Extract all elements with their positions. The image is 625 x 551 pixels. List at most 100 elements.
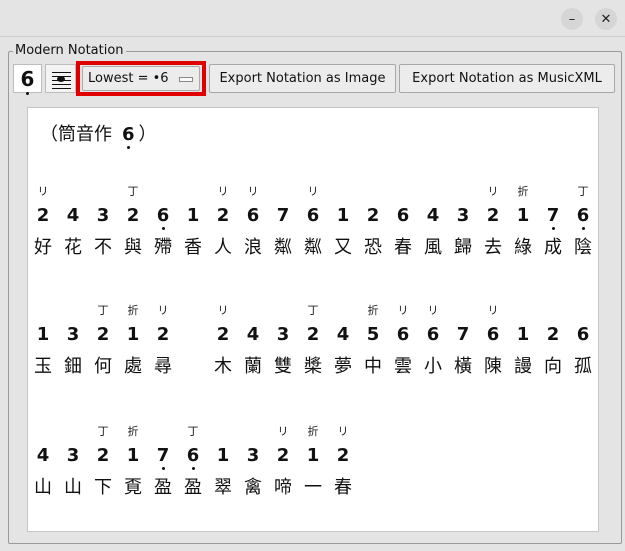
lyric-character: 啼 (274, 477, 292, 498)
jianpu-note: 1 (28, 324, 58, 345)
lyric-character: 去 (484, 237, 502, 258)
lyric-character: 又 (334, 237, 352, 258)
staff-line (52, 84, 71, 85)
technique-mark: 丁 (187, 425, 199, 438)
note-digit: 3 (96, 205, 110, 226)
technique-mark: リ (487, 185, 499, 198)
jianpu-note: 1 (118, 324, 148, 345)
note-digit: 1 (36, 324, 50, 345)
technique-mark: リ (337, 425, 349, 438)
jianpu-note: 2 (298, 324, 328, 345)
note-digit: 2 (276, 445, 290, 466)
technique-mark: 丁 (127, 185, 139, 198)
technique-mark: 折 (127, 425, 139, 438)
technique-mark: リ (217, 304, 229, 317)
minimize-icon: – (568, 11, 576, 27)
note-digit: 4 (246, 324, 260, 345)
lyric-character: 一 (304, 477, 322, 498)
jianpu-note: 1 (208, 445, 238, 466)
lyric-character: 歸 (454, 237, 472, 258)
export-musicxml-button[interactable]: Export Notation as MusicXML (399, 64, 615, 93)
lyric-character: 橫 (454, 356, 472, 377)
lyric-character: 鈿 (64, 356, 82, 377)
jianpu-note: 6 (478, 324, 508, 345)
notation-heading: （筒音作 6 ） (40, 120, 157, 149)
jianpu-note: 1 (118, 445, 148, 466)
lyric-character: 覔 (124, 477, 142, 498)
note-digit: 2 (546, 324, 560, 345)
jianpu-note: 2 (88, 324, 118, 345)
jianpu-note: 2 (538, 324, 568, 345)
jianpu-note: 2 (148, 324, 178, 345)
close-icon: ✕ (600, 11, 612, 27)
jianpu-note: 6 (568, 324, 598, 345)
jianpu-note: 1 (178, 205, 208, 226)
technique-mark: 折 (367, 304, 379, 317)
note-digit: 4 (66, 205, 80, 226)
jianpu-note: 4 (58, 205, 88, 226)
technique-mark: リ (307, 185, 319, 198)
dropdown-arrow-icon (179, 77, 193, 82)
jianpu-note: 2 (118, 205, 148, 226)
jianpu-note: 6 (388, 205, 418, 226)
lyric-character: 風 (424, 237, 442, 258)
note-digit: 4 (426, 205, 440, 226)
heading-note: 6 (122, 124, 135, 149)
lyric-character: 中 (364, 356, 382, 377)
technique-mark: リ (37, 185, 49, 198)
lyric-character: 綠 (514, 237, 532, 258)
lyric-character: 不 (94, 237, 112, 258)
lyric-character: 處 (124, 356, 142, 377)
jianpu-note: 3 (238, 445, 268, 466)
technique-mark: 折 (307, 425, 319, 438)
jianpu-note: 1 (328, 205, 358, 226)
jianpu-note: 3 (58, 445, 88, 466)
note-digit: 3 (276, 324, 290, 345)
lyric-character: 與 (124, 237, 142, 258)
lowest-note-select[interactable]: Lowest = •6 (82, 66, 200, 91)
lyric-character: 何 (94, 356, 112, 377)
minimize-button[interactable]: – (561, 8, 583, 30)
jianpu-note: 2 (88, 445, 118, 466)
jianpu-note: 3 (88, 205, 118, 226)
export-image-button[interactable]: Export Notation as Image (209, 64, 396, 93)
technique-mark: 丁 (97, 304, 109, 317)
note-digit: 2 (126, 205, 140, 226)
lowest-note-value: Lowest = •6 (88, 71, 169, 86)
note-digit: 4 (336, 324, 350, 345)
note-digit: 2 (216, 324, 230, 345)
lyric-character: 蘭 (244, 356, 262, 377)
lyric-character: 槳 (304, 356, 322, 377)
note-digit: 3 (246, 445, 260, 466)
jianpu-note: 6 (178, 445, 208, 470)
technique-mark: 折 (127, 304, 139, 317)
jianpu-note: 7 (148, 445, 178, 470)
note-digit: 7 (546, 205, 560, 230)
lyric-character: 人 (214, 237, 232, 258)
lyric-character: 雙 (274, 356, 292, 377)
note-digit: 3 (66, 445, 80, 466)
jianpu-note: 6 (298, 205, 328, 226)
titlebar-divider (0, 36, 625, 37)
lyric-character: 山 (34, 477, 52, 498)
jianpu-note: 6 (238, 205, 268, 226)
note-digit: 5 (366, 324, 380, 345)
note-digit: 7 (156, 445, 170, 470)
staff-notation-toggle[interactable] (45, 64, 76, 93)
jianpu-note: 2 (208, 324, 238, 345)
note-digit: 2 (96, 445, 110, 466)
technique-mark: リ (277, 425, 289, 438)
jianpu-note: 2 (478, 205, 508, 226)
jianpu-symbol-toggle[interactable]: 6 (13, 64, 42, 95)
close-button[interactable]: ✕ (595, 8, 617, 30)
jianpu-note: 3 (58, 324, 88, 345)
lyric-character: 下 (94, 477, 112, 498)
note-digit: 2 (36, 205, 50, 226)
note-digit: 7 (276, 205, 290, 226)
technique-mark: リ (217, 185, 229, 198)
note-digit: 6 (306, 205, 320, 226)
lyric-character: 成 (544, 237, 562, 258)
note-digit: 1 (516, 205, 530, 226)
lyric-character: 花 (64, 237, 82, 258)
jianpu-note: 4 (238, 324, 268, 345)
